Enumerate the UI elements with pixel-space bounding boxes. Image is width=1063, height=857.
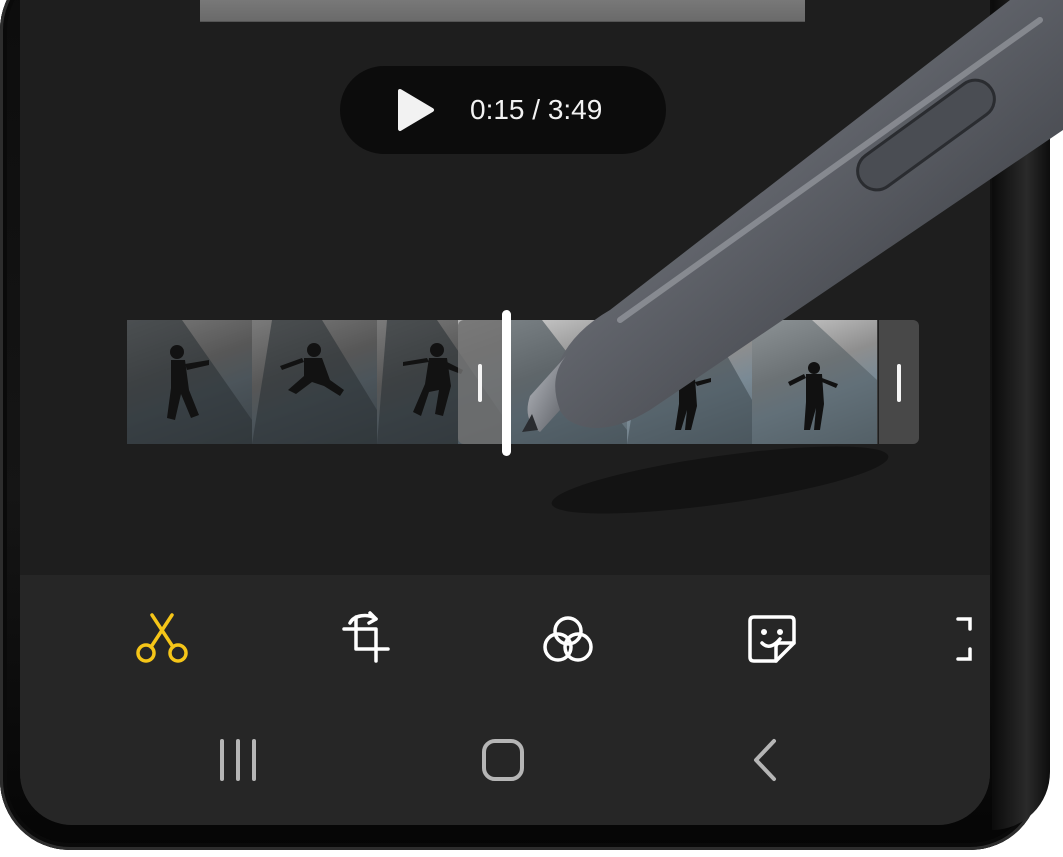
timeline-frame — [502, 320, 628, 444]
video-preview[interactable] — [200, 0, 805, 22]
playback-controls: 0:15 / 3:49 — [340, 66, 666, 154]
trim-start-handle[interactable] — [458, 320, 502, 444]
timeline-excluded-range — [127, 320, 458, 444]
video-editor-screen: 0:15 / 3:49 — [20, 0, 990, 825]
time-display: 0:15 / 3:49 — [470, 94, 603, 125]
back-icon[interactable] — [750, 737, 782, 783]
timeline-frame — [752, 320, 878, 444]
home-icon[interactable] — [480, 737, 526, 783]
timeline-frame — [627, 320, 753, 444]
sticker-icon[interactable] — [742, 609, 802, 669]
phone-edge — [992, 0, 1050, 830]
rotate-crop-icon[interactable] — [336, 609, 396, 669]
editor-toolbar — [20, 575, 990, 825]
trim-end-handle[interactable] — [879, 320, 919, 444]
filter-circles-icon[interactable] — [538, 609, 598, 669]
video-timeline[interactable] — [127, 310, 919, 456]
partial-icon[interactable] — [948, 609, 990, 669]
recents-icon[interactable] — [216, 737, 260, 783]
play-icon[interactable] — [396, 88, 436, 132]
playhead[interactable] — [502, 310, 511, 456]
scissors-icon[interactable] — [132, 609, 192, 669]
